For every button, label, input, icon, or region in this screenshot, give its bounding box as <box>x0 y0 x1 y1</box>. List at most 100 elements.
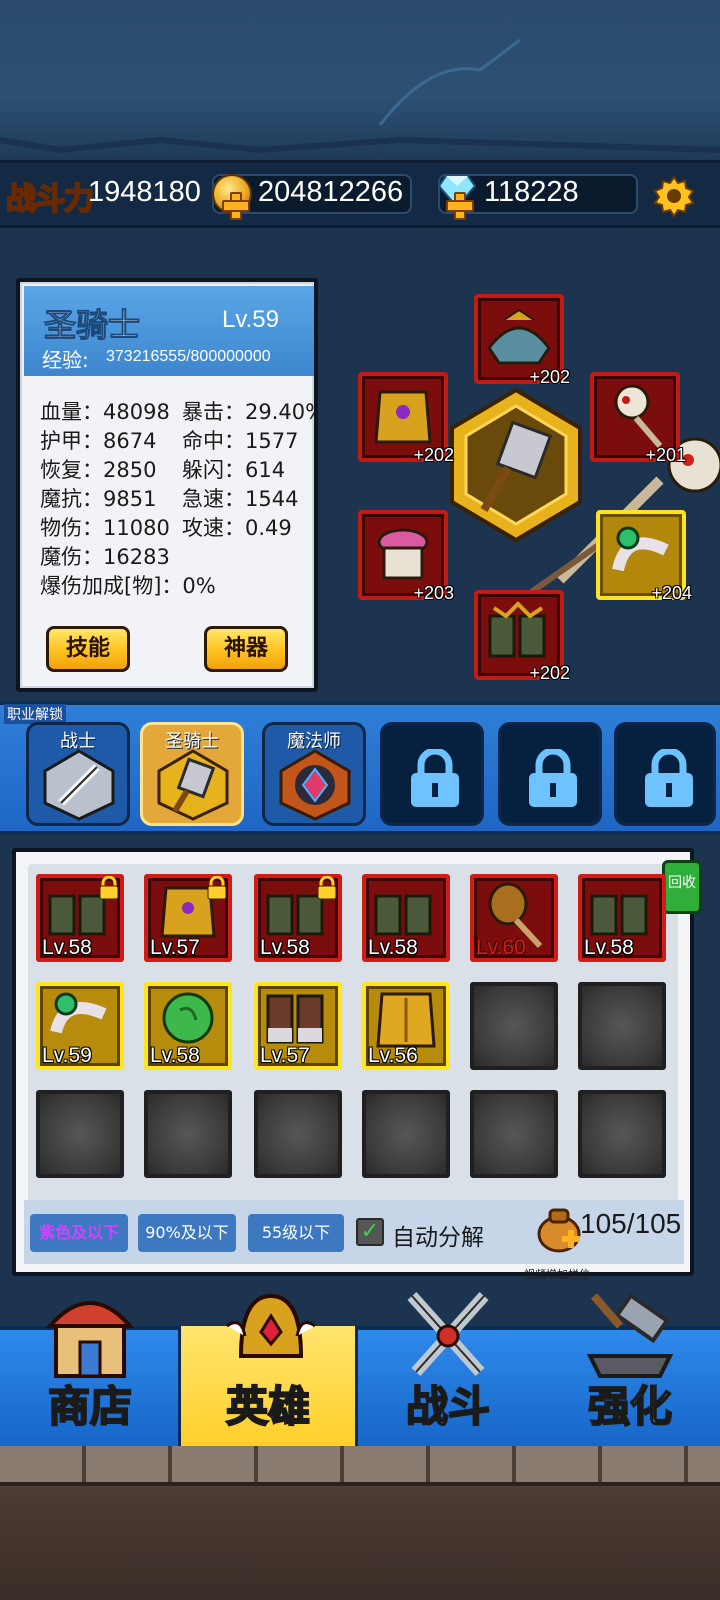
stat-accuracy: 命中：1577 <box>182 429 299 453</box>
sword-icon <box>43 749 115 821</box>
artifact-button[interactable]: 神器 <box>204 626 288 672</box>
auto-decompose-checkbox[interactable]: ✓ <box>356 1218 384 1246</box>
filter-purple-button[interactable]: 紫色及以下 <box>30 1214 128 1252</box>
boots-icon <box>590 894 648 936</box>
skull-staff-icon <box>614 384 663 448</box>
stat-crit: 暴击：29.40% <box>182 400 318 424</box>
weapon-main-slot[interactable] <box>446 387 586 543</box>
filter-percent-button[interactable]: 90%及以下 <box>138 1214 236 1252</box>
lock-icon <box>645 749 693 807</box>
stat-magic-dmg: 魔伤：16283 <box>40 545 170 569</box>
recycle-button[interactable]: 回收 <box>662 860 702 914</box>
hero-level: Lv.59 <box>222 306 279 333</box>
class-unlock-label: 职业解锁 <box>4 704 66 724</box>
stat-armor: 护甲：8674 <box>40 429 157 453</box>
class-tab-locked-3[interactable] <box>614 722 716 826</box>
hero-stat-panel: 圣骑士 Lv.59 经验: 373216555/800000000 血量：480… <box>16 278 318 692</box>
helmet-icon <box>487 308 551 365</box>
inventory-item[interactable]: Lv.58 <box>578 874 666 962</box>
ring-icon <box>612 526 669 572</box>
ring-enhance: +204 <box>651 583 692 603</box>
ground-decoration <box>0 1446 720 1600</box>
stat-crit-bonus: 爆伤加成[物]：0% <box>40 574 216 598</box>
inventory-empty-slot[interactable] <box>578 1090 666 1178</box>
helmet-slot[interactable]: +202 <box>474 294 570 387</box>
filter-level-button[interactable]: 55级以下 <box>248 1214 344 1252</box>
item-level: Lv.56 <box>368 1044 418 1067</box>
class-tab-paladin[interactable]: 圣骑士 <box>140 722 244 826</box>
armor-slot[interactable]: +202 <box>358 372 454 465</box>
inventory-item[interactable]: Lv.59 <box>36 982 124 1070</box>
settings-gear-icon[interactable] <box>652 174 696 218</box>
exp-label: 经验: <box>42 348 89 372</box>
inventory-item[interactable]: Lv.58 <box>362 874 450 962</box>
nav-enhance[interactable]: 强化 <box>540 1292 720 1446</box>
item-level: Lv.58 <box>150 1044 200 1067</box>
item-level: Lv.58 <box>368 936 418 959</box>
item-level: Lv.58 <box>42 936 92 959</box>
class-tab-mage[interactable]: 魔法师 <box>262 722 366 826</box>
boots-icon <box>374 894 432 936</box>
nav-shop[interactable]: 商店 <box>0 1301 180 1446</box>
necklace-slot[interactable]: +203 <box>358 510 454 603</box>
nav-hero[interactable]: 英雄 <box>178 1293 358 1446</box>
boots-icon <box>488 601 546 658</box>
hero-name: 圣骑士 <box>43 306 141 345</box>
secondary-weapon-slot[interactable]: +201 <box>590 372 686 465</box>
power-value: 1948180 <box>88 176 201 208</box>
hammer-icon <box>157 749 229 821</box>
add-gold-icon[interactable] <box>222 192 250 220</box>
exp-value: 373216555/800000000 <box>106 348 271 365</box>
inventory-empty-slot[interactable] <box>470 1090 558 1178</box>
inventory-item[interactable]: Lv.58 <box>254 874 342 962</box>
inventory-empty-slot[interactable] <box>36 1090 124 1178</box>
bag-capacity: 105/105 <box>580 1208 682 1239</box>
hero-helmet-icon <box>226 1293 316 1358</box>
lock-icon <box>411 749 459 807</box>
ring-icon <box>50 992 107 1034</box>
item-level: Lv.57 <box>150 936 200 959</box>
class-tab-locked-2[interactable] <box>498 722 602 826</box>
bag-icon[interactable] <box>534 1204 584 1254</box>
inventory-empty-slot[interactable] <box>144 1090 232 1178</box>
stat-attack-speed: 攻速：0.49 <box>182 516 292 540</box>
hero-header: 圣骑士 Lv.59 经验: 373216555/800000000 <box>24 286 314 376</box>
nav-battle-label: 战斗 <box>405 1381 491 1432</box>
secondary-weapon-enhance: +201 <box>645 445 686 465</box>
class-tab-locked-1[interactable] <box>380 722 484 826</box>
inventory-empty-slot[interactable] <box>470 982 558 1070</box>
top-background <box>0 0 720 160</box>
add-gem-icon[interactable] <box>446 192 474 220</box>
item-lock-icon <box>207 876 227 900</box>
skill-button[interactable]: 技能 <box>46 626 130 672</box>
auto-decompose-label: 自动分解 <box>392 1225 484 1251</box>
nav-shop-label: 商店 <box>47 1381 133 1432</box>
class-tab-warrior[interactable]: 战士 <box>26 722 130 826</box>
item-lock-icon <box>317 876 337 900</box>
gem-value: 118228 <box>484 176 579 208</box>
nav-enhance-label: 强化 <box>587 1381 673 1432</box>
inventory-item[interactable]: Lv.58 <box>144 982 232 1070</box>
inventory-empty-slot[interactable] <box>578 982 666 1070</box>
item-level: Lv.59 <box>42 1044 92 1067</box>
inventory-item[interactable]: Lv.60 <box>470 874 558 962</box>
inventory-empty-slot[interactable] <box>362 1090 450 1178</box>
item-level: Lv.60 <box>476 936 526 959</box>
boots-slot[interactable]: +202 <box>474 590 570 683</box>
inventory-empty-slot[interactable] <box>254 1090 342 1178</box>
stat-recovery: 恢复：2850 <box>40 458 157 482</box>
bag-capacity-hint: 视频增加栏位 <box>524 1268 590 1281</box>
inventory-item[interactable]: Lv.57 <box>144 874 232 962</box>
crossed-swords-icon <box>407 1291 489 1377</box>
item-level: Lv.58 <box>260 936 310 959</box>
ring-slot[interactable]: +204 <box>596 510 692 603</box>
inventory-item[interactable]: Lv.57 <box>254 982 342 1070</box>
inventory-item[interactable]: Lv.58 <box>36 874 124 962</box>
stat-magic-resist: 魔抗：9851 <box>40 487 157 511</box>
boots-icon <box>266 994 324 1044</box>
inventory-item[interactable]: Lv.56 <box>362 982 450 1070</box>
necklace-icon <box>377 528 429 580</box>
nav-battle[interactable]: 战斗 <box>358 1291 538 1446</box>
item-level: Lv.57 <box>260 1044 310 1067</box>
item-level: Lv.58 <box>584 936 634 959</box>
